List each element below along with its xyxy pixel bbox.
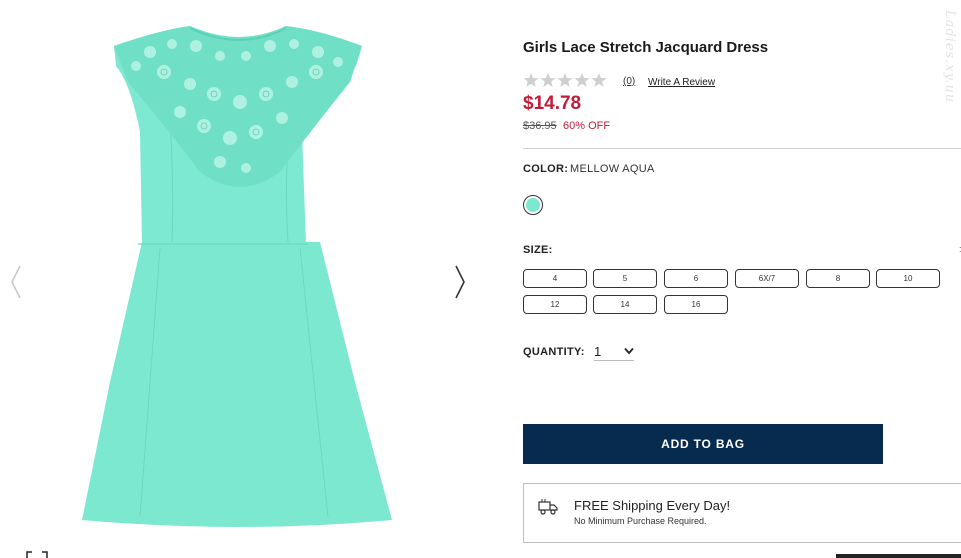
- size-option[interactable]: 4: [523, 269, 587, 288]
- expand-icon[interactable]: [26, 550, 48, 558]
- original-price: $36.95: [523, 120, 557, 132]
- product-title: Girls Lace Stretch Jacquard Dress: [523, 39, 769, 56]
- star-icon: [523, 73, 539, 87]
- size-option[interactable]: 12: [523, 295, 587, 314]
- size-option[interactable]: 6: [664, 269, 728, 288]
- shipping-info-box: FREE Shipping Every Day! No Minimum Purc…: [523, 483, 961, 543]
- star-icon: [540, 73, 556, 87]
- size-option[interactable]: 5: [593, 269, 657, 288]
- star-icon: [574, 73, 590, 87]
- star-icon: [591, 73, 607, 87]
- size-option[interactable]: 10: [876, 269, 940, 288]
- size-label: SIZE:: [523, 244, 553, 256]
- divider: [523, 148, 961, 149]
- quantity-select[interactable]: 1: [594, 342, 634, 361]
- chevron-right-icon[interactable]: [452, 264, 468, 300]
- quantity-value: 1: [594, 343, 602, 359]
- size-option[interactable]: 14: [593, 295, 657, 314]
- color-swatch-fill: [526, 198, 540, 212]
- chevron-down-icon: [624, 347, 634, 355]
- product-info-panel: Girls Lace Stretch Jacquard Dress (0) Wr…: [523, 0, 961, 558]
- discount-badge: 60% OFF: [563, 120, 611, 132]
- quantity-label: QUANTITY:: [523, 346, 585, 358]
- color-value: MELLOW AQUA: [570, 163, 655, 175]
- chevron-left-icon[interactable]: [8, 264, 24, 300]
- size-option[interactable]: 6X/7: [735, 269, 799, 288]
- truck-icon: [538, 499, 558, 515]
- color-label: COLOR:: [523, 163, 569, 175]
- sale-price: $14.78: [523, 93, 582, 114]
- product-image-gallery: [0, 0, 480, 558]
- shipping-subtitle: No Minimum Purchase Required.: [574, 516, 707, 526]
- write-review-link[interactable]: Write A Review: [648, 77, 715, 88]
- product-image[interactable]: [80, 22, 400, 532]
- add-to-bag-button[interactable]: ADD TO BAG: [523, 424, 883, 464]
- watermark: Ladies.xy.uu: [942, 10, 957, 104]
- size-option[interactable]: 8: [806, 269, 870, 288]
- review-count[interactable]: (0): [623, 76, 635, 87]
- shipping-title: FREE Shipping Every Day!: [574, 498, 731, 513]
- color-swatch[interactable]: [523, 195, 543, 215]
- size-option[interactable]: 16: [664, 295, 728, 314]
- rating-stars[interactable]: [523, 72, 607, 88]
- star-icon: [557, 73, 573, 87]
- bottom-bar: [836, 554, 961, 558]
